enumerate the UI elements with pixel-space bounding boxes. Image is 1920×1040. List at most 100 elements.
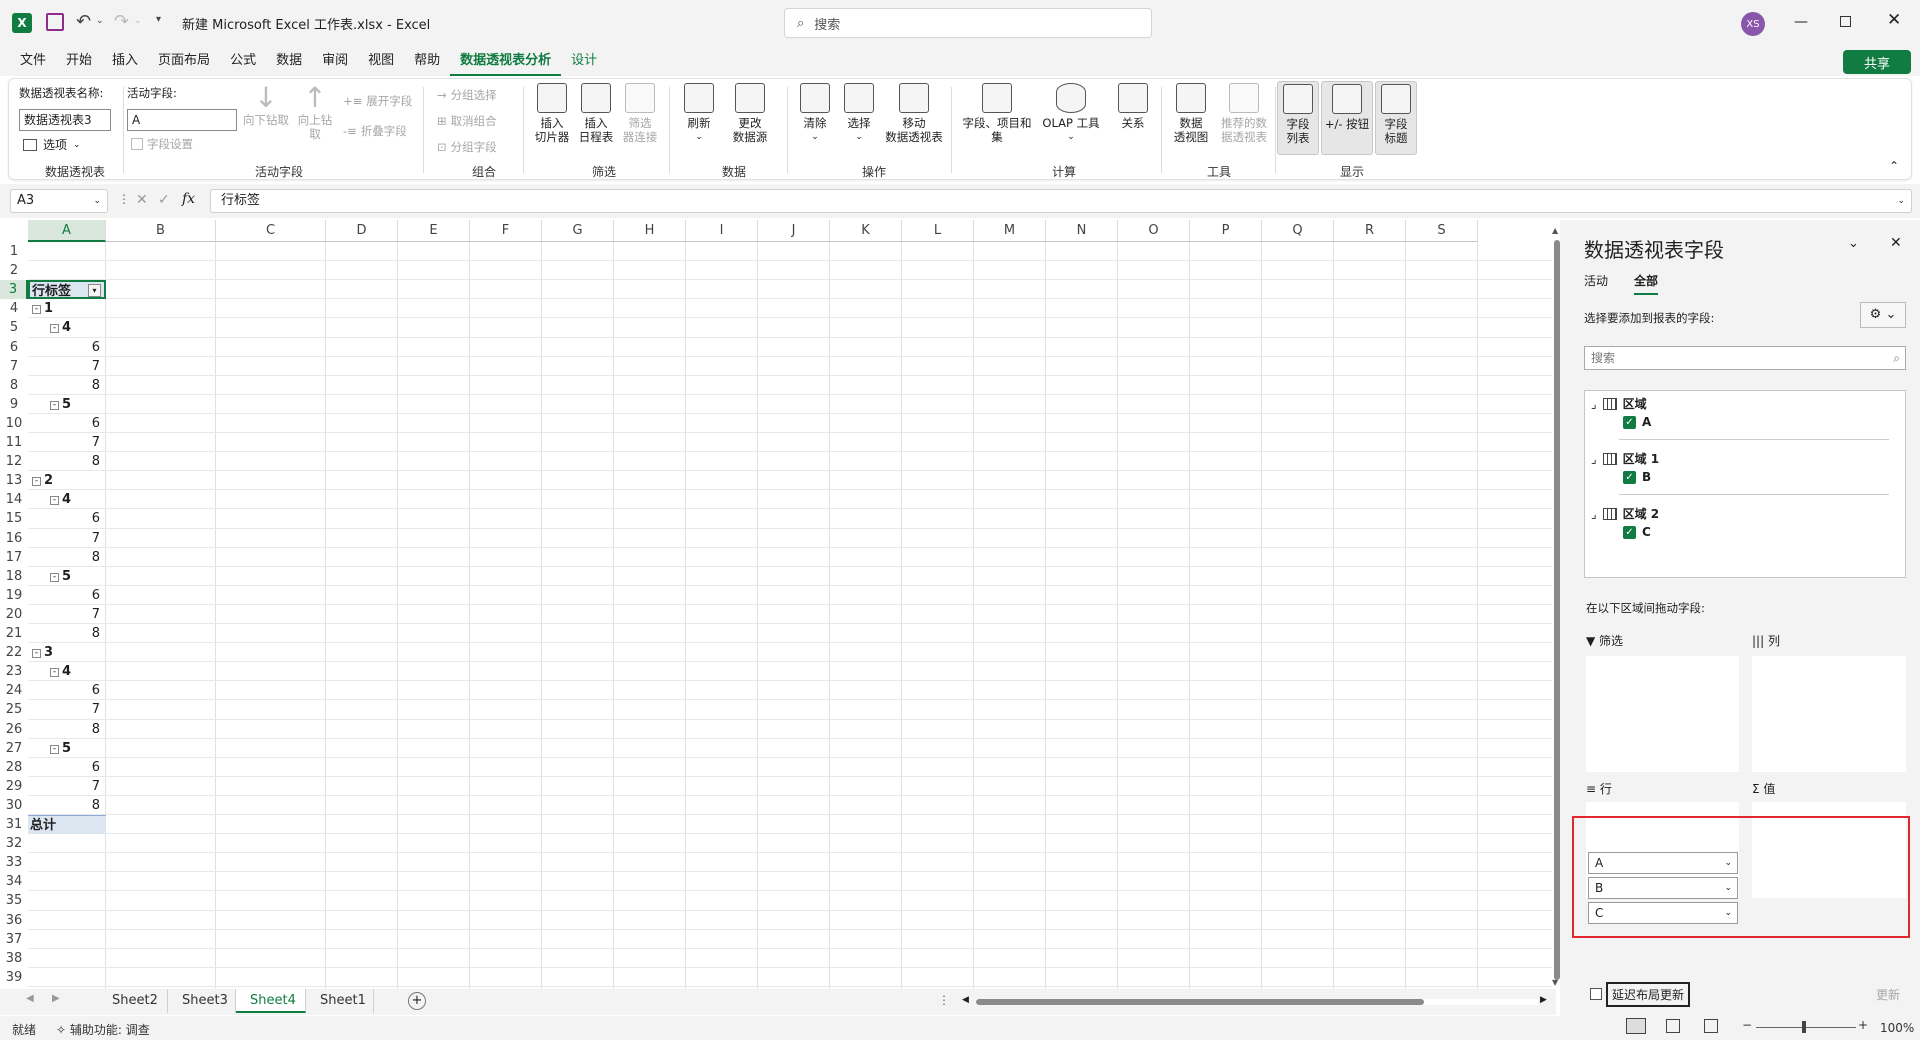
field-checkbox-item[interactable]: ✓ C [1623,525,1651,539]
scroll-up-icon[interactable]: ▲ [1552,226,1558,235]
row-header[interactable]: 33 [0,853,28,873]
row-header[interactable]: 19 [0,585,28,605]
field-checkbox-item[interactable]: ✓ B [1623,470,1651,484]
column-header[interactable]: J [758,220,830,242]
select-button[interactable]: 选择 ⌄ [839,83,879,144]
pane-options-chevron-icon[interactable]: ⌄ [1848,236,1859,251]
refresh-button[interactable]: 刷新 ⌄ [679,83,719,144]
pivot-item[interactable]: 7 [78,357,100,376]
page-break-view-icon[interactable] [1704,1019,1718,1033]
pivot-item[interactable]: 8 [78,796,100,815]
insert-timeline-button[interactable]: 插入 日程表 [575,83,617,144]
pivot-group-level2[interactable]: -5 [50,567,71,586]
collapse-minus-icon[interactable]: - [50,668,59,678]
sheet-tab-sheet2[interactable]: Sheet2 [98,989,168,1013]
row-header[interactable]: 32 [0,834,28,854]
restore-icon[interactable] [1840,16,1851,27]
row-header[interactable]: 12 [0,452,28,472]
row-header[interactable]: 5 [0,318,28,338]
sheet-tab-sheet3[interactable]: Sheet3 [168,989,236,1013]
pivot-item[interactable]: 8 [78,624,100,643]
pivot-item[interactable]: 7 [78,529,100,548]
menu-view[interactable]: 视图 [358,46,404,76]
drill-down-button[interactable]: ↓ 向下钻取 [241,83,291,128]
share-button[interactable]: 共享 [1843,50,1911,74]
column-header[interactable]: A [28,220,106,242]
zoom-level[interactable]: 100% [1880,1021,1914,1035]
pivot-group-level2[interactable]: -4 [50,318,71,337]
field-list-toggle[interactable]: 字段 列表 [1277,81,1319,155]
row-header[interactable]: 7 [0,356,28,376]
options-button[interactable]: 选项 ⌄ [23,136,81,153]
next-sheet-icon[interactable]: ▶ [52,993,60,1004]
field-headers-toggle[interactable]: 字段 标题 [1375,81,1417,155]
pivot-group-level2[interactable]: -5 [50,395,71,414]
field-table[interactable]: ⌟ 区域 1 [1591,450,1659,467]
table-collapse-icon[interactable]: ⌟ [1591,507,1597,521]
row-header[interactable]: 36 [0,910,28,930]
pivot-item[interactable]: 6 [78,586,100,605]
pivot-item[interactable]: 6 [78,414,100,433]
tab-all-fields[interactable]: 全部 [1634,272,1659,295]
pivot-item[interactable]: 6 [78,509,100,528]
collapse-minus-icon[interactable]: - [50,572,59,582]
pivot-item[interactable]: 8 [78,452,100,471]
filters-drop-area[interactable] [1586,656,1739,772]
menu-file[interactable]: 文件 [10,46,56,76]
row-header[interactable]: 11 [0,433,28,453]
table-collapse-icon[interactable]: ⌟ [1591,397,1597,411]
scroll-left-icon[interactable]: ◀ [962,995,969,1005]
insert-slicer-button[interactable]: 插入 切片器 [531,83,573,144]
confirm-entry-icon[interactable]: ✓ [158,192,170,208]
row-field-a[interactable]: A ⌄ [1588,852,1738,874]
undo-dropdown-icon[interactable]: ⌄ [96,16,104,26]
menu-help[interactable]: 帮助 [404,46,450,76]
field-settings-button[interactable]: 字段设置 [131,136,193,152]
column-header[interactable]: C [216,220,326,242]
add-sheet-icon[interactable]: + [408,992,426,1010]
column-header[interactable]: D [326,220,398,242]
collapse-minus-icon[interactable]: - [32,477,41,487]
field-table[interactable]: ⌟ 区域 [1591,395,1647,412]
sheet-tab-sheet4[interactable]: Sheet4 [236,989,306,1013]
row-header[interactable]: 30 [0,795,28,815]
row-header[interactable]: 35 [0,891,28,911]
drill-up-button[interactable]: ↑ 向上钻 取 [293,83,337,142]
clear-button[interactable]: 清除 ⌄ [795,83,835,144]
expand-field-button[interactable]: +≡ 展开字段 [343,93,412,109]
fields-items-sets-button[interactable]: 字段、项目和 集 [959,83,1035,144]
tabs-splitter-icon[interactable]: ⋮ [938,993,950,1007]
column-header[interactable]: F [470,220,542,242]
field-checkbox-item[interactable]: ✓ A [1623,415,1651,429]
pivot-row-labels-cell[interactable]: 行标签 ▾ [28,280,106,300]
row-header[interactable]: 3 [0,280,28,300]
avatar[interactable]: XS [1741,12,1765,36]
columns-drop-area[interactable] [1752,656,1906,772]
grand-total-cell[interactable]: 总计 [28,815,106,835]
search-box[interactable]: ⌕ 搜索 [784,8,1152,38]
save-icon[interactable] [46,13,64,31]
pivot-group-level2[interactable]: -5 [50,739,71,758]
collapse-minus-icon[interactable]: - [32,305,41,315]
row-header[interactable]: 25 [0,700,28,720]
menu-pivot-analyze[interactable]: 数据透视表分析 [450,46,562,76]
active-field-input[interactable]: A [127,109,237,131]
row-header[interactable]: 37 [0,929,28,949]
pivot-chart-button[interactable]: 数据 透视图 [1169,83,1213,144]
scroll-down-icon[interactable]: ▼ [1552,978,1558,987]
recommended-pivots-button[interactable]: 推荐的数 据透视表 [1215,83,1273,144]
column-header[interactable]: P [1190,220,1262,242]
zoom-slider-track[interactable] [1756,1027,1856,1028]
column-header[interactable]: G [542,220,614,242]
row-header[interactable]: 28 [0,757,28,777]
plus-minus-buttons-toggle[interactable]: +/- 按钮 [1321,81,1373,155]
column-header[interactable]: E [398,220,470,242]
row-header[interactable]: 9 [0,394,28,414]
row-header[interactable]: 10 [0,413,28,433]
menu-page-layout[interactable]: 页面布局 [148,46,220,76]
menu-home[interactable]: 开始 [56,46,102,76]
checked-checkbox-icon[interactable]: ✓ [1623,415,1636,429]
pane-settings-gear-icon[interactable]: ⚙ ⌄ [1860,302,1906,328]
minimize-icon[interactable]: — [1794,14,1808,30]
filter-connections-button[interactable]: 筛选 器连接 [619,83,661,144]
